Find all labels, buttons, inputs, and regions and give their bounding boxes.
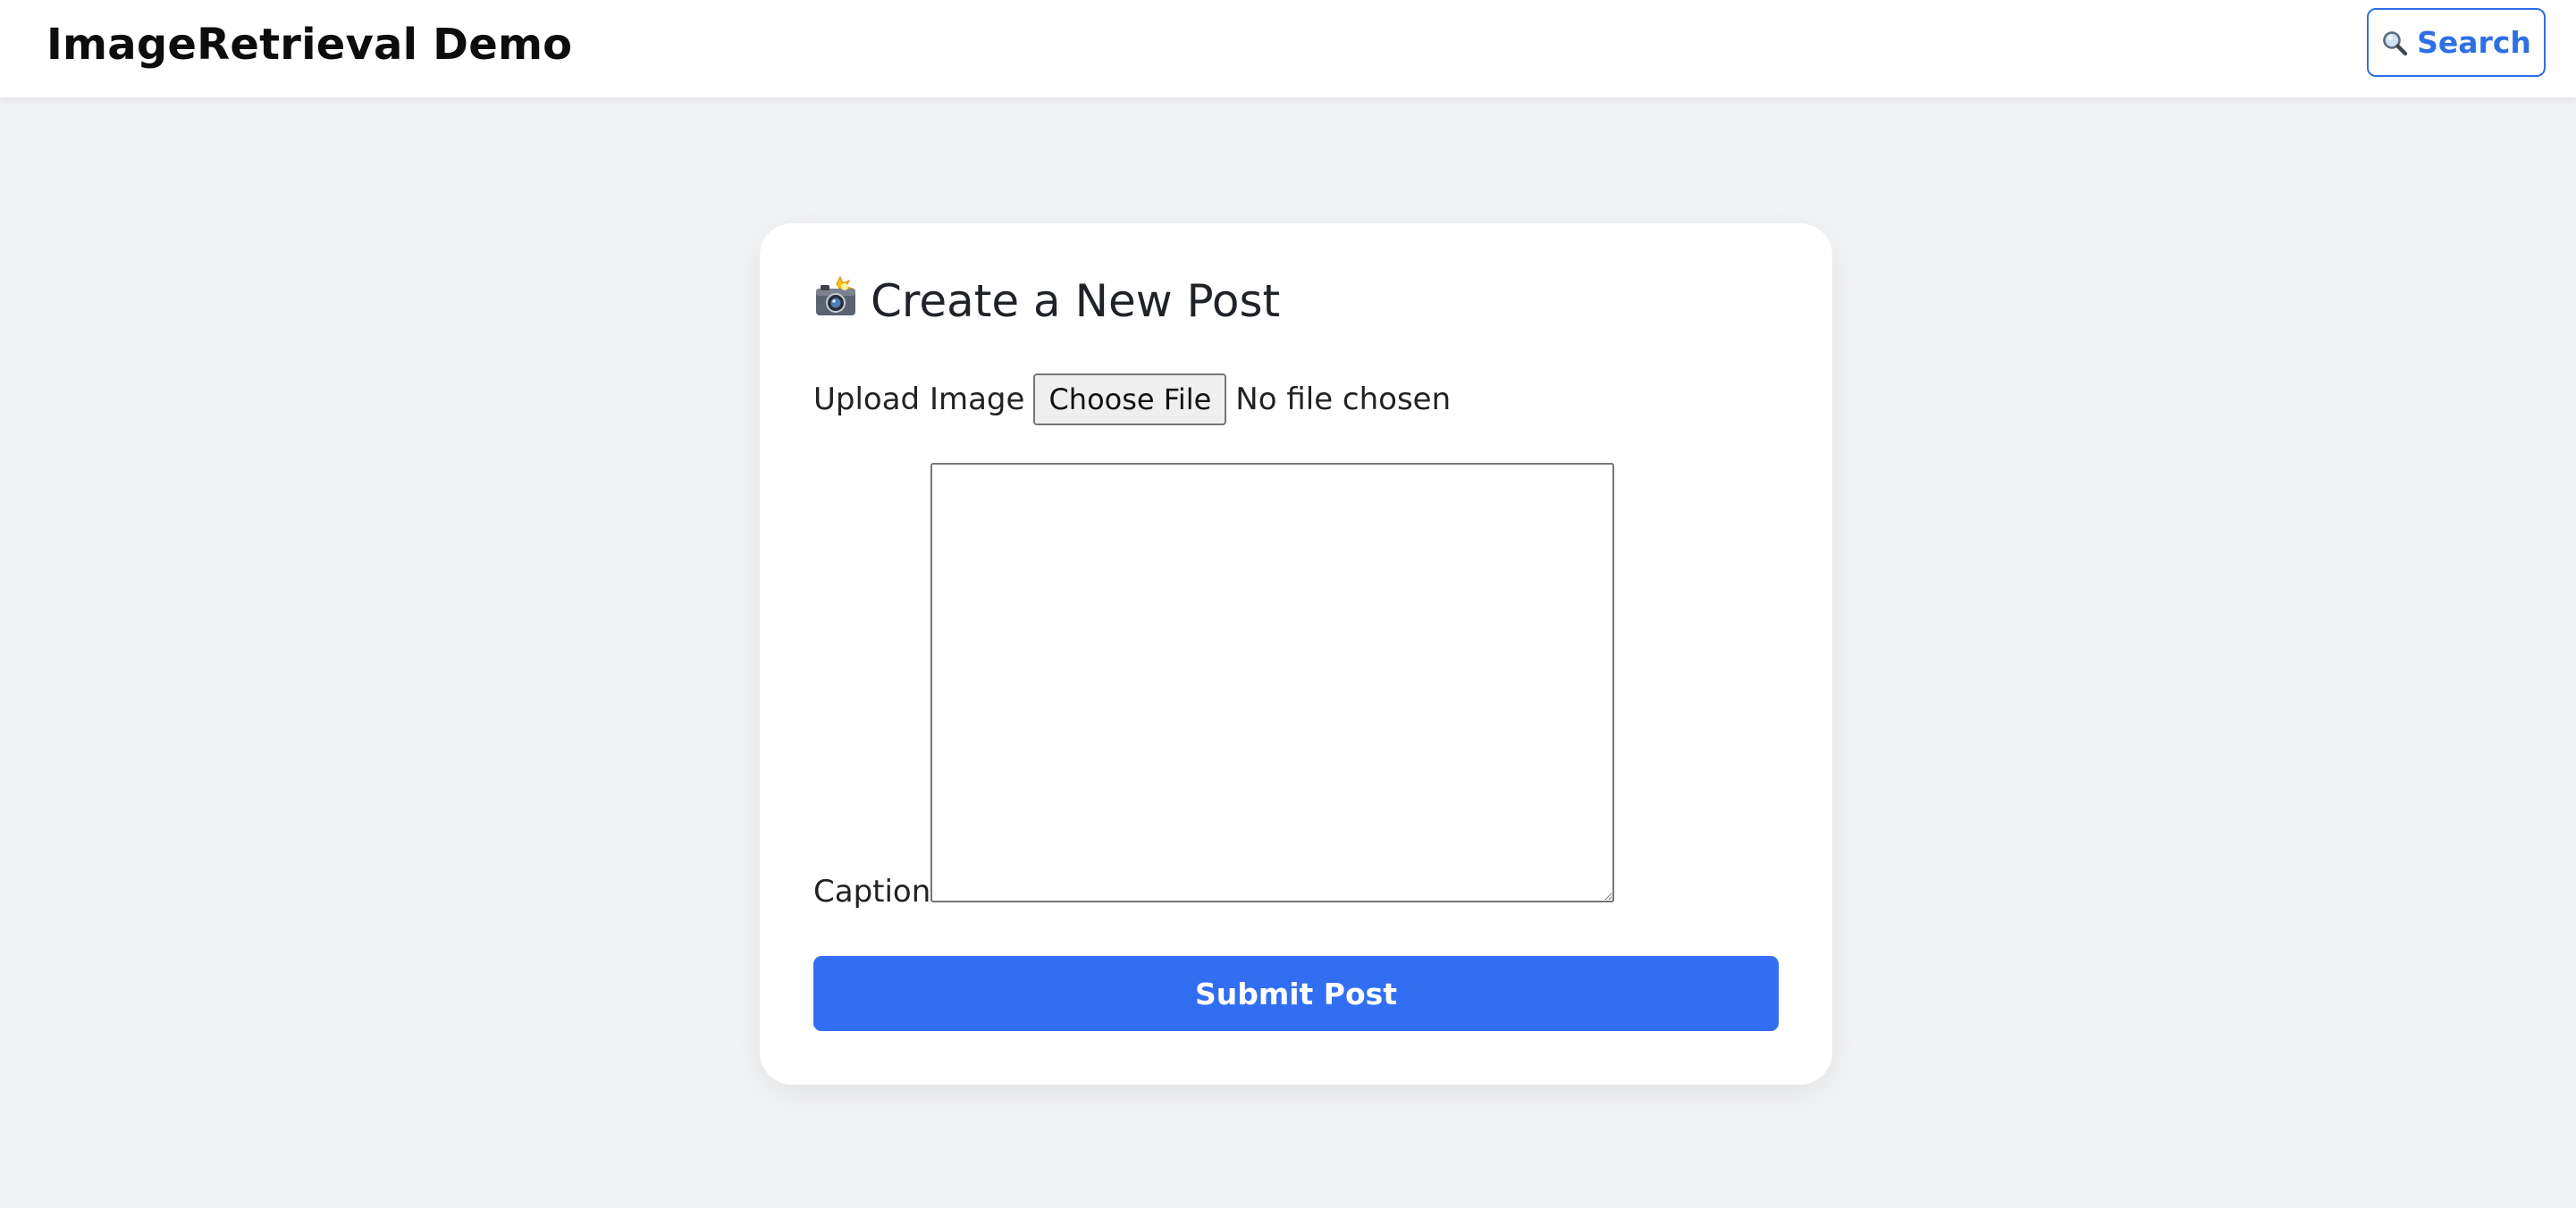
app-title: ImageRetrieval Demo: [46, 20, 573, 70]
search-button[interactable]: Search: [2367, 8, 2546, 77]
upload-row: Upload Image Choose File No file chosen: [813, 373, 1451, 425]
submit-post-button[interactable]: Submit Post: [813, 956, 1779, 1031]
upload-image-label: Upload Image: [813, 382, 1025, 417]
card-header: Create a New Post: [813, 275, 1280, 327]
magnifier-icon: [2381, 29, 2408, 56]
file-status-text: No file chosen: [1235, 382, 1452, 417]
choose-file-button[interactable]: Choose File: [1033, 373, 1227, 425]
form-title: Create a New Post: [871, 275, 1281, 327]
camera-flash-icon: [813, 275, 858, 327]
caption-label: Caption: [813, 874, 931, 910]
top-bar: ImageRetrieval Demo Search: [0, 0, 2576, 98]
create-post-card: Create a New Post Upload Image Choose Fi…: [760, 223, 1832, 1085]
search-button-label: Search: [2417, 25, 2531, 60]
caption-textarea[interactable]: [930, 463, 1614, 902]
